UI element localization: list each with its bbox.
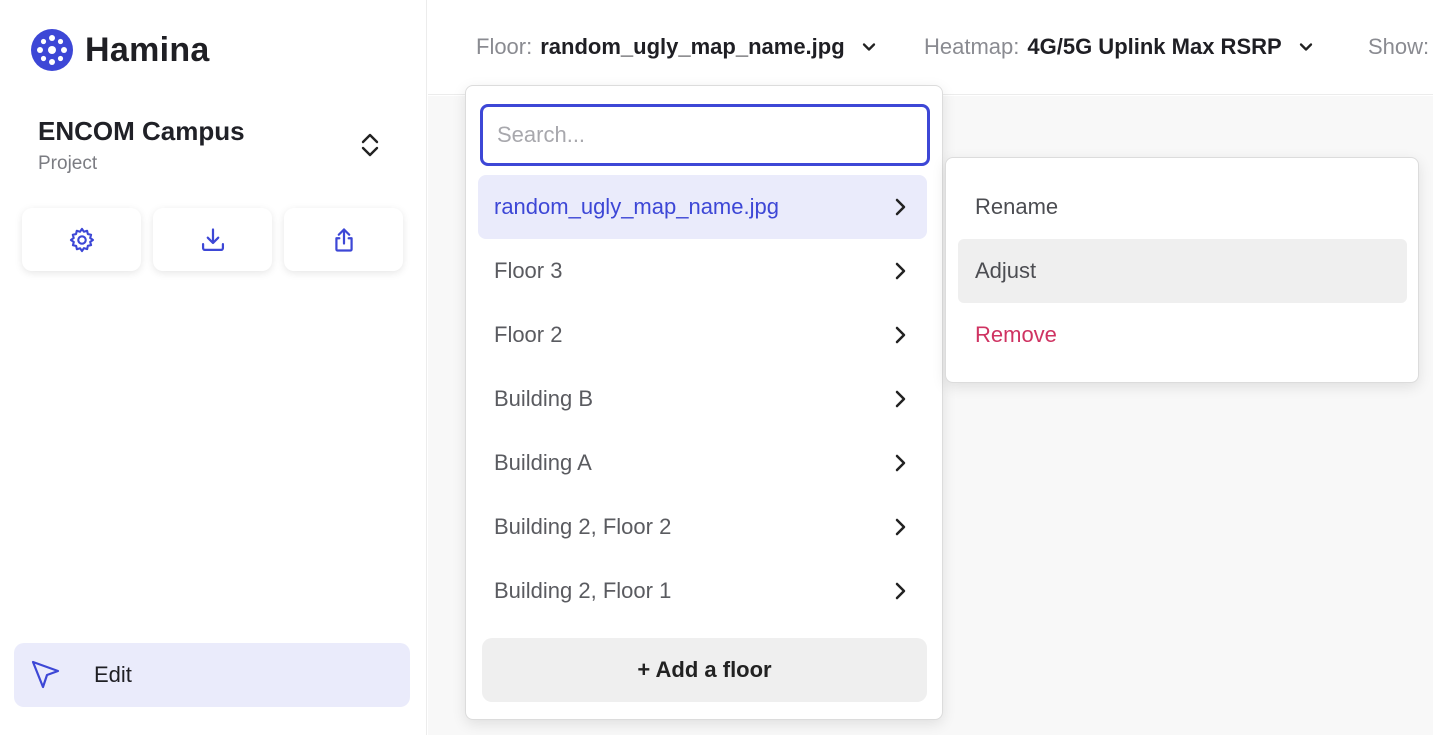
hamina-logo-icon: [31, 29, 73, 71]
floor-selector-label: Floor:: [476, 34, 533, 59]
cursor-icon: [31, 660, 60, 689]
floor-item[interactable]: Building 2, Floor 2: [478, 495, 927, 559]
chevron-right-icon: [895, 454, 906, 472]
floor-item-label: Building 2, Floor 1: [494, 578, 672, 603]
floor-dropdown: random_ugly_map_name.jpg Floor 3 Floor 2…: [465, 85, 943, 720]
adjust-menu-item[interactable]: Adjust: [958, 239, 1407, 303]
share-button[interactable]: [284, 208, 403, 271]
chevron-right-icon: [895, 582, 906, 600]
floor-item[interactable]: Floor 2: [478, 303, 927, 367]
floor-item-label: Building B: [494, 386, 594, 411]
brand[interactable]: Hamina: [28, 26, 210, 74]
heatmap-selector-value: 4G/5G Uplink Max RSRP: [1027, 34, 1282, 59]
remove-menu-item[interactable]: Remove: [958, 303, 1407, 367]
chevron-right-icon: [895, 390, 906, 408]
gear-icon: [69, 227, 94, 252]
rename-menu-item[interactable]: Rename: [958, 175, 1407, 239]
chevron-right-icon: [895, 518, 906, 536]
floor-item-label: random_ugly_map_name.jpg: [494, 194, 779, 219]
project-info: ENCOM Campus Project: [38, 116, 388, 175]
floor-selector-value: random_ugly_map_name.jpg: [540, 34, 845, 59]
floor-selector[interactable]: Floor: random_ugly_map_name.jpg: [476, 34, 879, 60]
floor-context-menu: Rename Adjust Remove: [945, 157, 1419, 383]
project-name: ENCOM Campus: [38, 116, 245, 146]
project-subtitle: Project: [38, 153, 98, 174]
chevron-right-icon: [895, 198, 906, 216]
heatmap-selector[interactable]: Heatmap: 4G/5G Uplink Max RSRP: [924, 34, 1316, 60]
chevron-up-down-icon: [361, 133, 379, 157]
project-actions: [22, 208, 403, 271]
edit-mode-button[interactable]: Edit: [14, 643, 410, 707]
brand-name: Hamina: [85, 30, 210, 69]
chevron-right-icon: [895, 262, 906, 280]
floor-item[interactable]: Building B: [478, 367, 927, 431]
floor-item[interactable]: random_ugly_map_name.jpg: [478, 175, 927, 239]
floor-item-label: Building 2, Floor 2: [494, 514, 672, 539]
show-selector[interactable]: Show:: [1368, 34, 1429, 60]
chevron-right-icon: [895, 326, 906, 344]
floor-list: random_ugly_map_name.jpg Floor 3 Floor 2…: [478, 175, 927, 623]
show-selector-label: Show:: [1368, 34, 1430, 59]
floor-item-label: Floor 3: [494, 258, 563, 283]
download-icon: [201, 227, 224, 251]
floor-item-label: Floor 2: [494, 322, 563, 347]
floor-search-input[interactable]: [480, 104, 930, 166]
heatmap-selector-label: Heatmap:: [924, 34, 1020, 59]
floor-item-label: Building A: [494, 450, 592, 475]
add-floor-button[interactable]: + Add a floor: [482, 638, 927, 702]
project-switch-button[interactable]: [355, 130, 385, 160]
download-button[interactable]: [153, 208, 272, 271]
edit-label: Edit: [94, 662, 132, 687]
floor-item[interactable]: Floor 3: [478, 239, 927, 303]
share-icon: [334, 227, 353, 252]
topbar: Floor: random_ugly_map_name.jpg Heatmap:…: [428, 0, 1433, 95]
settings-button[interactable]: [22, 208, 141, 271]
sidebar: Hamina ENCOM Campus Project Edit: [0, 0, 427, 735]
floor-item[interactable]: Building A: [478, 431, 927, 495]
floor-item[interactable]: Building 2, Floor 1: [478, 559, 927, 623]
chevron-down-icon: [862, 43, 875, 51]
chevron-down-icon: [1299, 43, 1312, 51]
